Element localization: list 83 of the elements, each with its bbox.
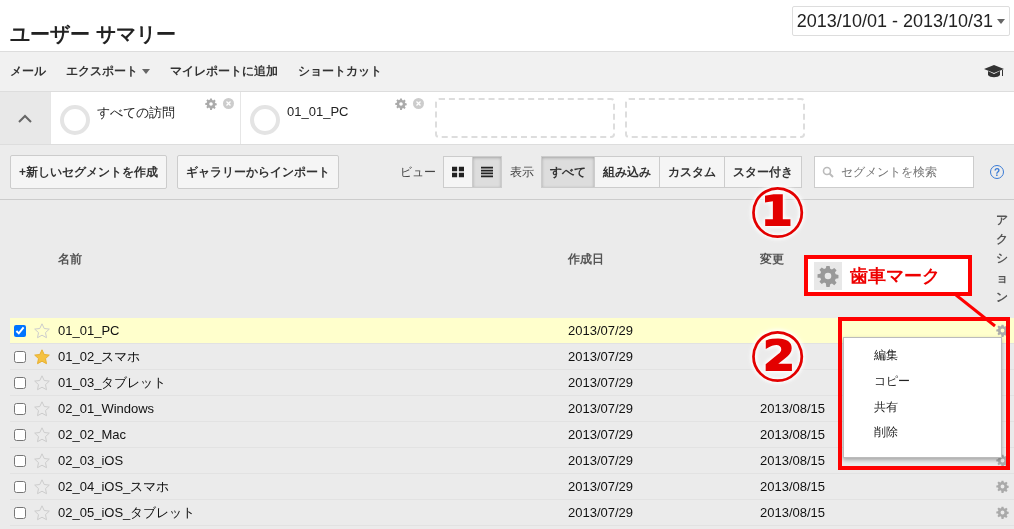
star-icon[interactable]: [34, 348, 50, 365]
ring-icon: [59, 104, 91, 136]
segment-name[interactable]: 01_02_スマホ: [58, 347, 141, 366]
settings-icon[interactable]: [995, 480, 1009, 493]
date-range-picker[interactable]: 2013/10/01 - 2013/10/31: [791, 6, 1010, 36]
column-header: 名前: [58, 250, 83, 268]
filter-label: 表示: [510, 163, 534, 181]
row-checkbox[interactable]: [14, 350, 26, 363]
table-cell: 2013/07/29: [568, 505, 634, 520]
column-header: 変更: [760, 250, 785, 268]
star-icon[interactable]: [34, 504, 50, 521]
toolbar-item[interactable]: エクスポート: [66, 63, 150, 80]
segment-button[interactable]: +新しいセグメントを作成: [10, 155, 167, 189]
empty-segment-slot[interactable]: [435, 98, 615, 138]
table-cell: 2013/07/29: [568, 479, 634, 494]
filter-tab[interactable]: カスタム: [659, 156, 725, 188]
close-icon[interactable]: [413, 98, 424, 109]
toolbar-item[interactable]: ショートカット: [298, 63, 382, 80]
close-icon[interactable]: [223, 98, 234, 109]
table-cell: 2013/07/29: [568, 323, 634, 338]
empty-segment-slot[interactable]: [625, 98, 805, 138]
row-checkbox[interactable]: [14, 454, 26, 467]
menu-item[interactable]: 削除: [844, 423, 1001, 449]
row-checkbox[interactable]: [14, 506, 26, 519]
row-checkbox[interactable]: [14, 480, 26, 493]
caret-icon: [997, 18, 1005, 24]
star-icon[interactable]: [34, 426, 50, 443]
table-cell: 2013/07/29: [568, 427, 634, 442]
star-icon[interactable]: [34, 400, 50, 417]
table-cell: 2013/08/15: [760, 453, 826, 468]
ring-icon: [249, 104, 281, 136]
segment-name[interactable]: 02_01_Windows: [58, 401, 155, 416]
segment-name[interactable]: 02_02_Mac: [58, 427, 126, 442]
column-header: アクション: [996, 212, 1008, 306]
segment-name[interactable]: 02_03_iOS: [58, 453, 124, 468]
gear-icon[interactable]: [395, 98, 407, 110]
segment-name[interactable]: 02_04_iOS_スマホ: [58, 477, 170, 496]
grid-icon: [452, 166, 464, 178]
list-view-button[interactable]: [472, 156, 502, 188]
star-icon[interactable]: [34, 374, 50, 391]
table-cell: 2013/08/15: [760, 401, 826, 416]
column-header: 作成日: [568, 250, 605, 268]
grid-view-button[interactable]: [443, 156, 473, 188]
callout-text: 歯車マーク: [850, 264, 940, 288]
gear-icon[interactable]: [205, 98, 217, 110]
row-checkbox[interactable]: [14, 376, 26, 389]
star-icon[interactable]: [34, 478, 50, 495]
toolbar-item[interactable]: マイレポートに追加: [170, 63, 278, 80]
toolbar-item[interactable]: メール: [10, 63, 46, 80]
table-cell: 2013/07/29: [568, 349, 634, 364]
view-label: ビュー: [400, 163, 436, 181]
row-checkbox[interactable]: [14, 324, 26, 337]
graduation-cap-icon[interactable]: [984, 64, 1004, 79]
filter-tab[interactable]: すべて: [541, 156, 595, 188]
menu-item[interactable]: 共有: [844, 397, 1001, 424]
row-checkbox[interactable]: [14, 402, 26, 415]
chevron-icon: [18, 113, 32, 123]
segment-button[interactable]: ギャラリーからインポート: [177, 155, 339, 189]
segment-name[interactable]: 01_03_タブレット: [58, 373, 167, 392]
segment-label: すべての訪問: [97, 104, 176, 122]
search-field[interactable]: セグメントを検索: [814, 156, 974, 188]
filter-tab[interactable]: スター付き: [724, 156, 802, 188]
step-number: ②: [748, 322, 808, 392]
list-icon: [481, 166, 493, 178]
settings-icon[interactable]: [995, 506, 1009, 519]
table-cell: 2013/07/29: [568, 375, 634, 390]
table-cell: 2013/08/15: [760, 427, 826, 442]
search-icon: [822, 166, 834, 178]
table-cell: 2013/08/15: [760, 479, 826, 494]
table-cell: 2013/08/15: [760, 505, 826, 520]
page-title: ユーザー サマリー: [10, 22, 176, 47]
menu-item[interactable]: 編集: [844, 346, 1001, 372]
segment-name[interactable]: 01_01_PC: [58, 323, 120, 338]
row-checkbox[interactable]: [14, 428, 26, 441]
table-cell: 2013/07/29: [568, 401, 634, 416]
star-icon[interactable]: [34, 452, 50, 469]
menu-item[interactable]: コピー: [844, 371, 1001, 398]
segment-name[interactable]: 02_05_iOS_タブレット: [58, 503, 196, 522]
star-icon[interactable]: [34, 322, 50, 339]
filter-tab[interactable]: 組み込み: [594, 156, 660, 188]
table-cell: 2013/07/29: [568, 453, 634, 468]
settings-icon[interactable]: [995, 324, 1009, 337]
segment-label: 01_01_PC: [287, 104, 350, 119]
